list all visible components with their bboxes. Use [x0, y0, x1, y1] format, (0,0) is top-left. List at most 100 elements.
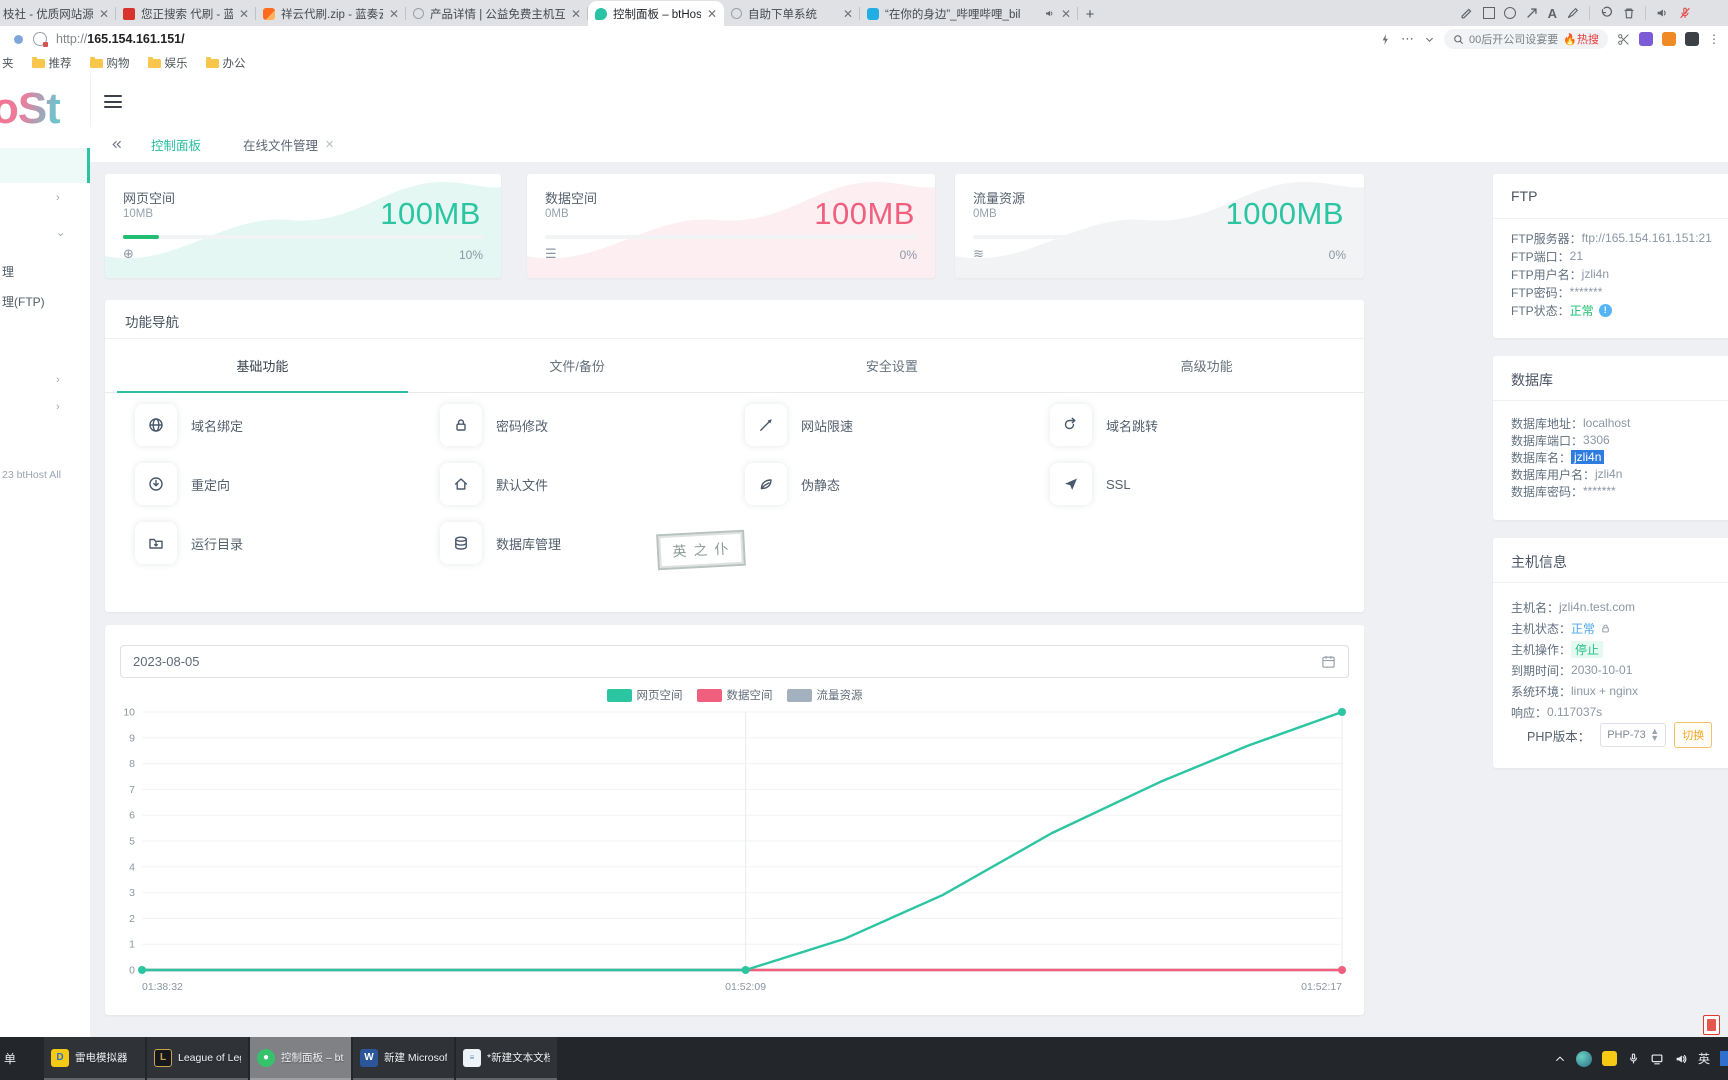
app-header: 中 En 5: [90, 74, 1728, 126]
circle-tool-icon[interactable]: [1504, 7, 1516, 19]
orange-extension-icon[interactable]: [1662, 32, 1676, 46]
tab-close-icon[interactable]: ✕: [843, 7, 853, 21]
rectangle-tool-icon[interactable]: [1483, 7, 1495, 19]
tray-network-icon[interactable]: [1650, 1052, 1664, 1066]
bookmark-folder-gouwu[interactable]: 购物: [90, 55, 130, 71]
text-tool-icon[interactable]: A: [1548, 6, 1557, 21]
kebab-menu-icon[interactable]: ⋮: [1708, 32, 1720, 46]
tab-close-icon[interactable]: ✕: [99, 7, 109, 21]
site-info-icon[interactable]: [33, 32, 47, 46]
taskbar-item-ldplayer[interactable]: D 雷电模拟器: [44, 1037, 145, 1080]
tab-close-icon[interactable]: ✕: [707, 7, 717, 21]
more-dots-icon[interactable]: ⋯: [1401, 31, 1415, 47]
bookmark-folder-yule[interactable]: 娱乐: [148, 55, 188, 71]
taskbar-item-lol[interactable]: L League of Legends: [147, 1037, 248, 1080]
pencil-icon[interactable]: [1460, 6, 1474, 20]
bookmarks-bar: 夹 推荐 购物 娱乐 办公: [0, 52, 1728, 75]
tray-microphone-icon[interactable]: [1627, 1052, 1640, 1065]
chevron-down-icon[interactable]: ⌄: [56, 226, 65, 239]
close-icon[interactable]: ✕: [325, 138, 334, 151]
func-site-speed-limit[interactable]: 网站限速: [745, 403, 1035, 447]
tab-close-icon[interactable]: ✕: [571, 7, 581, 21]
new-tab-button[interactable]: +: [1078, 2, 1102, 26]
tray-volume-icon[interactable]: [1674, 1052, 1688, 1066]
extension-dot-icon[interactable]: [14, 35, 23, 44]
collapse-tabs-icon[interactable]: [110, 138, 123, 151]
php-switch-button[interactable]: 切换: [1674, 722, 1712, 748]
sidebar-item-site-management[interactable]: 理: [2, 263, 14, 280]
speaker-icon[interactable]: [1655, 6, 1669, 20]
func-ssl[interactable]: SSL: [1050, 462, 1340, 506]
func-domain-binding[interactable]: 域名绑定: [135, 403, 425, 447]
hot-search-badge: 🔥热搜: [1563, 31, 1599, 47]
folder-icon: [32, 59, 45, 68]
tab-basic-functions[interactable]: 基础功能: [105, 339, 420, 392]
browser-tab-1[interactable]: 枝社 - 优质网站源码与模板 ✕: [0, 1, 116, 26]
tray-app-icon[interactable]: [1576, 1051, 1592, 1067]
tab-file-backup[interactable]: 文件/备份: [420, 339, 735, 392]
bookmark-folder-tuijian[interactable]: 推荐: [32, 55, 72, 71]
undo-icon[interactable]: [1599, 6, 1613, 20]
taskbar-item-fragment[interactable]: 单: [0, 1037, 44, 1080]
browser-tab-4[interactable]: 产品详情 | 公益免费主机互联 ✕: [406, 1, 588, 26]
calendar-icon[interactable]: [1321, 654, 1336, 669]
func-password-change[interactable]: 密码修改: [440, 403, 730, 447]
browser-tab-7[interactable]: “在你的身边”_哔哩哔哩_bil ✕: [860, 1, 1078, 26]
sidebar-active-item[interactable]: [0, 148, 90, 183]
browser-tab-6[interactable]: 自助下单系统 ✕: [724, 1, 860, 26]
legend-item-data-space[interactable]: 数据空间: [697, 687, 773, 703]
page-tab-file-manager[interactable]: 在线文件管理 ✕: [243, 135, 334, 154]
lightning-icon[interactable]: [1379, 33, 1392, 46]
hot-search-box[interactable]: 00后开公司设宴要 🔥热搜: [1444, 29, 1608, 49]
ime-indicator[interactable]: 英: [1698, 1050, 1710, 1067]
scissors-icon[interactable]: [1617, 33, 1630, 46]
db-name-selected-value[interactable]: jzli4n: [1571, 450, 1604, 464]
tab-security-settings[interactable]: 安全设置: [735, 339, 1050, 392]
left-sidebar: oSt › ⌄ 理 理(FTP) › › 23 btHost All: [0, 74, 91, 1037]
func-default-file[interactable]: 默认文件: [440, 462, 730, 506]
sidebar-collapse-hamburger-icon[interactable]: [104, 95, 122, 108]
sidebar-item-file-management-ftp[interactable]: 理(FTP): [2, 293, 45, 310]
bookmark-fragment[interactable]: 夹: [2, 55, 14, 71]
php-version-select[interactable]: PHP-73▲▼: [1600, 723, 1666, 747]
tab-close-icon[interactable]: ✕: [389, 7, 399, 21]
tab-close-icon[interactable]: ✕: [239, 7, 249, 21]
func-redirection[interactable]: 重定向: [135, 462, 425, 506]
microphone-muted-icon[interactable]: [1678, 6, 1692, 20]
purple-extension-icon[interactable]: [1639, 32, 1653, 46]
lock-icon: [1600, 623, 1611, 634]
chevron-right-icon[interactable]: ›: [56, 401, 60, 413]
browser-tab-3[interactable]: 祥云代刷.zip - 蓝奏云 ✕: [256, 1, 406, 26]
arrow-tool-icon[interactable]: [1525, 6, 1539, 20]
brush-tool-icon[interactable]: [1566, 6, 1580, 20]
legend-item-traffic[interactable]: 流量资源: [787, 687, 863, 703]
chevron-right-icon[interactable]: ›: [56, 374, 60, 386]
browser-tab-2[interactable]: 您正搜索 代刷 - 蓝枝社 ✕: [116, 1, 256, 26]
tab-close-icon[interactable]: ✕: [1061, 7, 1071, 21]
host-stop-button[interactable]: 停止: [1571, 641, 1603, 658]
browser-tab-5-active[interactable]: 控制面板 – btHost ✕: [588, 1, 724, 26]
floating-widget[interactable]: [1703, 1015, 1720, 1035]
tab-audio-icon[interactable]: [1044, 8, 1055, 19]
taskbar-item-notepad[interactable]: ≡ *新建文本文档.txt -...: [456, 1037, 557, 1080]
func-domain-redirect[interactable]: 域名跳转: [1050, 403, 1340, 447]
func-run-directory[interactable]: 运行目录: [135, 521, 425, 565]
legend-item-web-space[interactable]: 网页空间: [607, 687, 683, 703]
tray-ldplayer-icon[interactable]: [1602, 1051, 1617, 1066]
taskbar-item-bthost[interactable]: ● 控制面板 – btHost...: [250, 1037, 351, 1080]
info-circle-icon[interactable]: !: [1599, 304, 1612, 317]
svg-text:9: 9: [129, 732, 135, 744]
trash-icon[interactable]: [1622, 6, 1636, 20]
bookmark-folder-bangong[interactable]: 办公: [206, 55, 246, 71]
func-pseudo-static[interactable]: 伪静态: [745, 462, 1035, 506]
folder-icon: [206, 59, 219, 68]
page-tab-dashboard[interactable]: 控制面板: [151, 135, 201, 154]
chevron-right-icon[interactable]: ›: [56, 192, 60, 204]
date-picker-input[interactable]: 2023-08-05: [120, 645, 1349, 678]
url-text[interactable]: http://165.154.161.151/: [56, 32, 185, 46]
taskbar-item-word[interactable]: W 新建 Microsoft W...: [353, 1037, 454, 1080]
tab-advanced-functions[interactable]: 高级功能: [1049, 339, 1364, 392]
dark-extension-icon[interactable]: [1685, 32, 1699, 46]
tray-expand-chevron-icon[interactable]: [1554, 1053, 1566, 1065]
chevron-down-icon[interactable]: [1424, 34, 1435, 45]
